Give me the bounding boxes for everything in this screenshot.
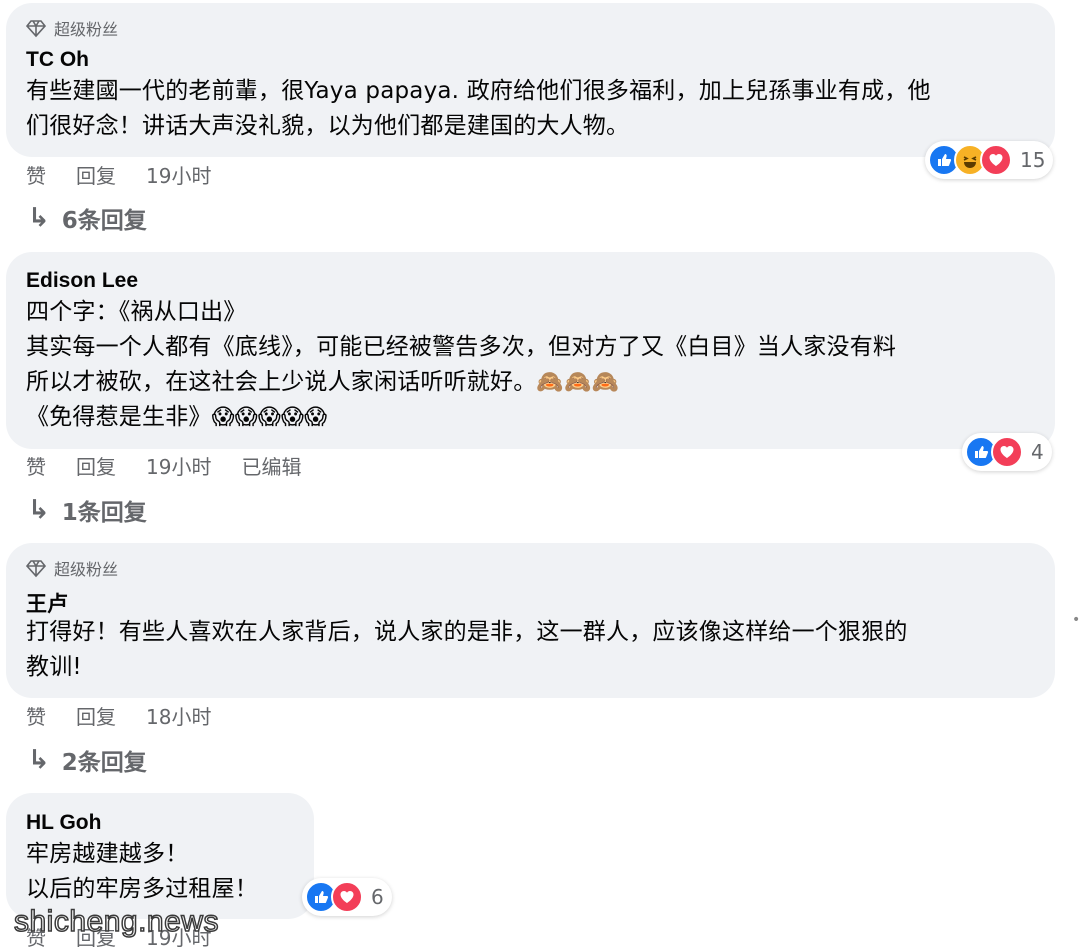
reply-button[interactable]: 回复 [76,701,116,730]
top-fan-badge: 超级粉丝 [26,16,118,40]
reaction-summary[interactable]: 15 [925,141,1054,179]
replies-count-label: 1条回复 [61,500,147,526]
diamond-icon [26,20,46,38]
top-fan-badge: 超级粉丝 [26,556,118,580]
reaction-count: 4 [1031,440,1044,464]
comment-timestamp[interactable]: 19小时 [146,160,211,189]
commenter-name[interactable]: 王卢 [26,588,68,618]
site-watermark: shicheng.news [13,904,219,939]
commenter-name[interactable]: Edison Lee [26,269,138,293]
comment-text: 四个字：《祸从口出》 其实每一个人都有《底线》，可能已经被警告多次，但对方了又《… [26,299,897,430]
love-reaction-icon [331,881,363,913]
comment-timestamp[interactable]: 19小时 [146,451,211,480]
commenter-name[interactable]: HL Goh [26,811,101,835]
reply-arrow-icon: ↳ [28,495,50,525]
scream-emoji: 😱😱😱😱😱 [211,404,328,430]
comment-actions: 赞 回复 19小时 已编辑 [26,451,331,480]
love-reaction-icon [991,436,1023,468]
edited-label[interactable]: 已编辑 [241,451,301,480]
like-button[interactable]: 赞 [26,701,46,730]
like-button[interactable]: 赞 [26,451,46,480]
view-replies-link[interactable]: ↳ 2条回复 [28,743,147,777]
view-replies-link[interactable]: ↳ 1条回复 [28,493,147,527]
reply-button[interactable]: 回复 [76,451,116,480]
comment-text: 打得好！有些人喜欢在人家背后，说人家的是非，这一群人，应该像这样给一个狠狠的 教… [26,619,908,680]
reaction-count: 6 [371,885,384,909]
love-reaction-icon [980,144,1012,176]
replies-count-label: 6条回复 [61,208,147,234]
comment-actions: 赞 回复 18小时 [26,701,241,730]
diamond-icon [26,560,46,578]
reply-button[interactable]: 回复 [76,160,116,189]
like-button[interactable]: 赞 [26,160,46,189]
monkey-emoji: 🙈🙈🙈 [536,369,620,395]
scroll-edge-indicator: • [1072,612,1080,628]
reply-arrow-icon: ↳ [28,745,50,775]
commenter-name[interactable]: TC Oh [26,48,89,72]
view-replies-link[interactable]: ↳ 6条回复 [28,201,147,235]
replies-count-label: 2条回复 [61,750,147,776]
badge-label: 超级粉丝 [54,560,119,579]
comment-text: 牢房越建越多！ 以后的牢房多过租屋！ [26,841,258,902]
reaction-summary[interactable]: 4 [962,433,1052,471]
badge-label: 超级粉丝 [54,20,119,39]
reply-arrow-icon: ↳ [28,203,50,233]
comment-text: 有些建國一代的老前輩，很Yaya papaya. 政府给他们很多福利，加上兒孫事… [26,78,931,139]
comment-actions: 赞 回复 19小时 [26,160,241,189]
reaction-count: 15 [1020,148,1046,172]
comment-timestamp[interactable]: 18小时 [146,701,211,730]
reaction-summary[interactable]: 6 [302,878,392,916]
